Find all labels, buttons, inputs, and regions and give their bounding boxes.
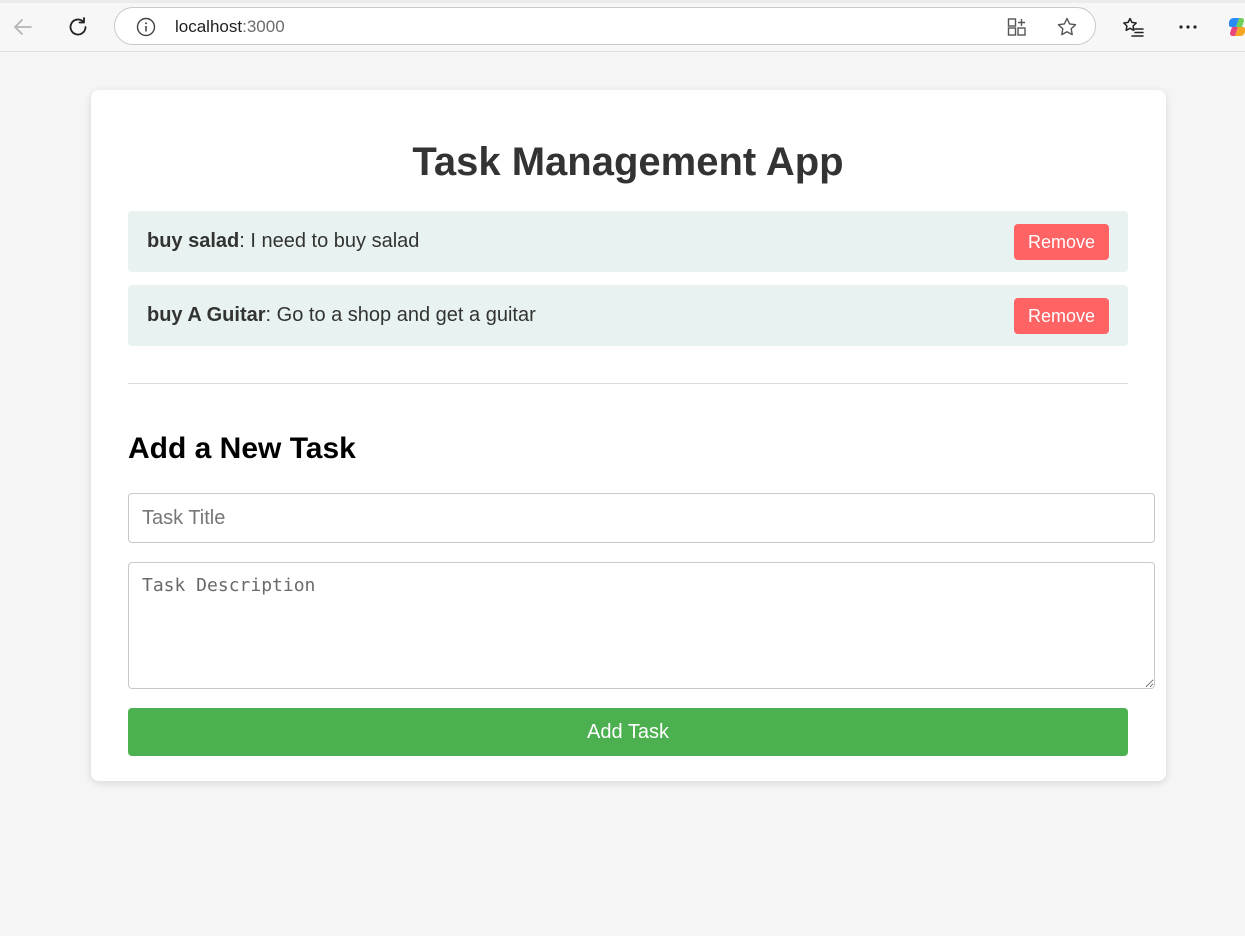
task-title: buy A Guitar [147,304,266,326]
back-button[interactable] [6,10,40,44]
more-menu-button[interactable] [1171,10,1205,44]
add-task-heading: Add a New Task [128,432,356,465]
reload-button[interactable] [61,10,95,44]
task-text: buy salad: I need to buy salad [147,229,419,253]
url-port: :3000 [242,17,285,36]
task-description-input[interactable] [128,562,1155,689]
copilot-button[interactable] [1222,10,1245,44]
reload-icon [66,15,90,39]
task-separator: : [239,230,251,252]
browser-toolbar: localhost:3000 [0,0,1245,52]
more-dots-icon [1176,15,1200,39]
task-description: Go to a shop and get a guitar [276,304,536,326]
favorites-button[interactable] [1116,10,1150,44]
tab-strip-edge [0,0,1245,3]
back-arrow-icon [11,15,35,39]
add-task-button[interactable]: Add Task [128,708,1128,756]
url-text[interactable]: localhost:3000 [175,17,285,37]
favorites-list-icon [1121,15,1145,39]
remove-task-button[interactable]: Remove [1014,298,1109,334]
favorite-star-icon[interactable] [1056,16,1078,38]
site-info-icon[interactable] [136,17,156,42]
section-divider [128,383,1128,384]
copilot-icon [1222,15,1245,39]
url-host: localhost [175,17,243,36]
split-screen-icon[interactable] [1006,16,1028,38]
remove-task-button[interactable]: Remove [1014,224,1109,260]
address-bar[interactable]: localhost:3000 [114,7,1096,45]
page-title: Task Management App [412,140,844,184]
task-text: buy A Guitar: Go to a shop and get a gui… [147,303,536,327]
task-description: I need to buy salad [250,230,420,252]
task-title: buy salad [147,230,240,252]
task-item: buy A Guitar: Go to a shop and get a gui… [128,285,1128,346]
task-separator: : [265,304,277,326]
task-item: buy salad: I need to buy salad Remove [128,211,1128,272]
task-title-input[interactable] [128,493,1155,543]
